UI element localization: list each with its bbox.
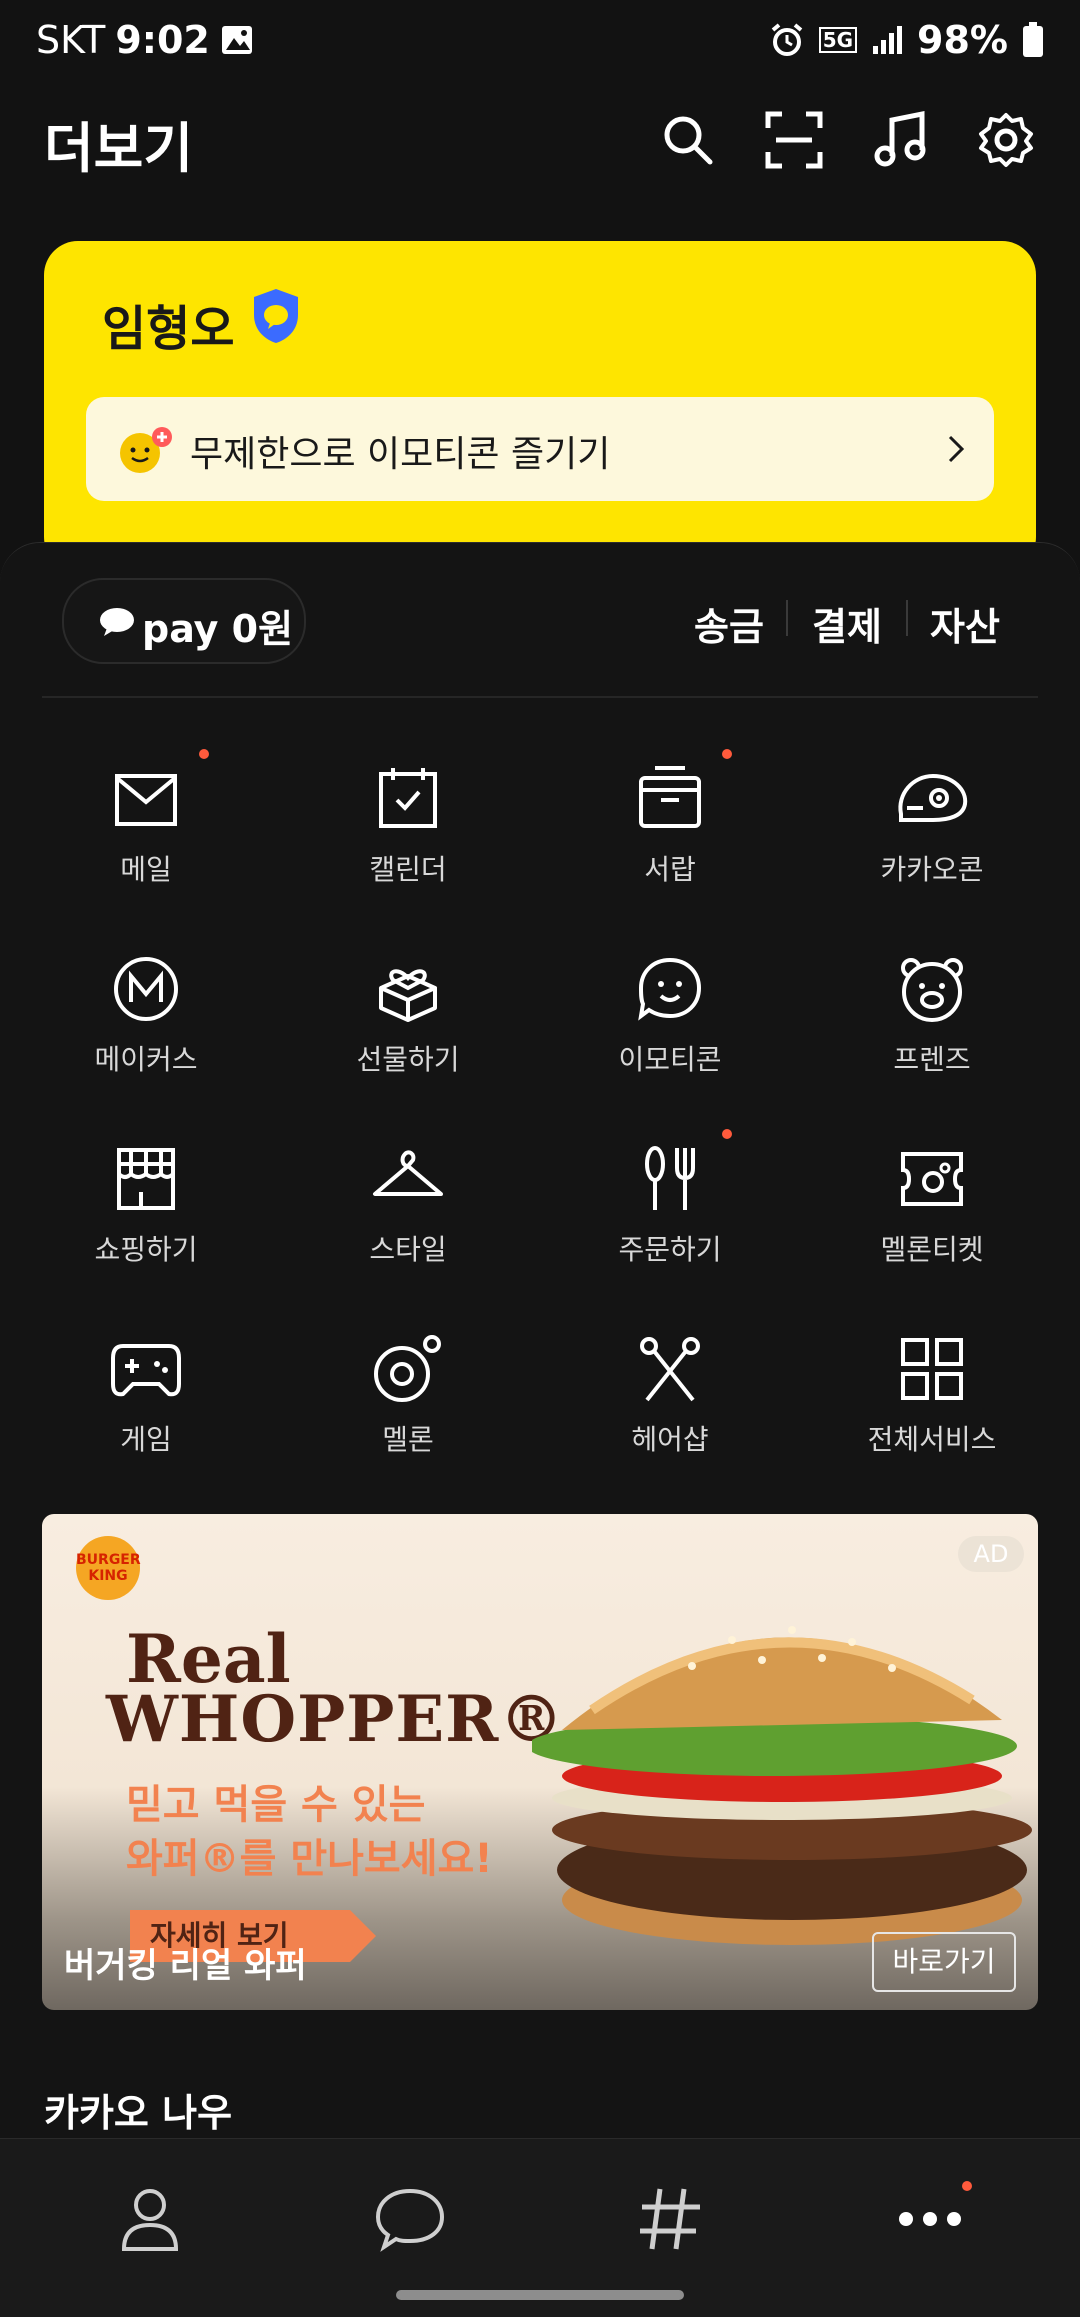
hanger-icon	[373, 1150, 443, 1196]
status-bar: SKT 9:02 5G 98%	[0, 0, 1080, 84]
service-label: 서랍	[644, 853, 696, 886]
search-icon[interactable]	[658, 110, 718, 170]
emoticon-banner-text: 무제한으로 이모티콘 즐기기	[190, 434, 611, 475]
service-hairshop[interactable]: 헤어샵	[540, 1334, 800, 1484]
profile-card[interactable]: 임형오 무제한으로 이모티콘 즐기기	[44, 241, 1036, 571]
divider	[42, 696, 1038, 698]
network-type: 5G	[818, 27, 858, 53]
grid-icon	[901, 1338, 963, 1400]
burger-king-logo: BURGER KING	[76, 1536, 141, 1600]
service-label: 이모티콘	[618, 1043, 722, 1076]
clock: 9:02	[115, 18, 210, 62]
service-label: 메이커스	[94, 1043, 198, 1076]
home-indicator	[396, 2290, 684, 2300]
pay-transfer-link[interactable]: 송금	[694, 596, 764, 651]
drawer-icon	[639, 766, 701, 828]
burger-image	[532, 1626, 1032, 1945]
chat-tab-icon[interactable]	[370, 2179, 450, 2259]
service-friends[interactable]: 프렌즈	[802, 954, 1062, 1104]
more-tab-icon[interactable]	[890, 2179, 970, 2259]
service-gift[interactable]: 선물하기	[278, 954, 538, 1104]
service-style[interactable]: 스타일	[278, 1144, 538, 1294]
ad-headline: WHOPPER®	[106, 1682, 565, 1757]
pay-balance-button[interactable]: pay 0원	[62, 578, 306, 664]
service-label: 캘린더	[369, 853, 447, 886]
divider	[906, 600, 908, 636]
service-label: 선물하기	[356, 1043, 460, 1076]
service-all[interactable]: 전체서비스	[802, 1334, 1062, 1484]
service-label: 메일	[120, 853, 172, 886]
service-label: 멜론티켓	[880, 1233, 984, 1266]
service-drawer[interactable]: 서랍	[540, 764, 800, 914]
ad-banner[interactable]: BURGER KING AD Real WHOPPER® 믿고 먹을 수 있는 …	[42, 1514, 1038, 2010]
service-label: 헤어샵	[631, 1423, 709, 1456]
service-makers[interactable]: 메이커스	[16, 954, 276, 1104]
service-calendar[interactable]: 캘린더	[278, 764, 538, 914]
service-label: 멜론	[382, 1423, 434, 1456]
divider	[786, 600, 788, 636]
ad-go-button[interactable]: 바로가기	[872, 1932, 1016, 1992]
chevron-right-icon	[948, 435, 965, 463]
service-label: 카카오콘	[880, 853, 984, 886]
service-label: 게임	[120, 1423, 172, 1456]
service-melon-ticket[interactable]: 멜론티켓	[802, 1144, 1062, 1294]
hashtag-tab-icon[interactable]	[630, 2179, 710, 2259]
service-emoticon[interactable]: 이모티콘	[540, 954, 800, 1104]
alarm-icon	[771, 23, 802, 56]
service-label: 쇼핑하기	[94, 1233, 198, 1266]
service-order[interactable]: 주문하기	[540, 1144, 800, 1294]
service-shopping[interactable]: 쇼핑하기	[16, 1144, 276, 1294]
service-game[interactable]: 게임	[16, 1334, 276, 1484]
battery-percent: 98%	[917, 18, 1008, 62]
new-badge	[722, 749, 732, 759]
shield-icon	[254, 289, 298, 343]
makers-icon	[114, 957, 178, 1021]
service-mail[interactable]: 메일	[16, 764, 276, 914]
ticket-icon	[901, 1152, 963, 1206]
shopping-icon	[117, 1148, 175, 1210]
service-kakaocon[interactable]: 카카오콘	[802, 764, 1062, 914]
service-melon[interactable]: 멜론	[278, 1334, 538, 1484]
battery-icon	[1023, 22, 1043, 57]
kakaocon-icon	[898, 773, 968, 822]
scan-icon[interactable]	[764, 110, 824, 170]
service-label: 전체서비스	[867, 1423, 997, 1456]
pay-assets-link[interactable]: 자산	[930, 596, 1000, 651]
mail-icon	[115, 774, 177, 826]
carrier: SKT	[36, 18, 106, 62]
page-title: 더보기	[44, 117, 194, 180]
pay-balance-label: pay 0원	[142, 607, 294, 651]
calendar-icon	[379, 768, 437, 828]
new-badge	[722, 1129, 732, 1139]
user-name: 임형오	[102, 301, 235, 357]
service-label: 프렌즈	[893, 1043, 971, 1076]
settings-icon[interactable]	[976, 110, 1036, 170]
melon-icon	[374, 1335, 441, 1402]
ad-detail-arrow	[350, 1910, 376, 1962]
friends-icon	[901, 958, 963, 1022]
ad-tagline: 믿고 먹을 수 있는 와퍼®를 만나보세요!	[126, 1782, 493, 1882]
ad-title: 버거킹 리얼 와퍼	[64, 1946, 307, 1986]
service-label: 주문하기	[618, 1233, 722, 1266]
fork-icon	[645, 1146, 695, 1210]
gift-icon	[379, 969, 437, 1022]
image-notification-icon	[221, 26, 252, 54]
scissors-icon	[640, 1337, 700, 1402]
pay-payment-link[interactable]: 결제	[812, 596, 882, 651]
emoticon-subscription-banner[interactable]: 무제한으로 이모티콘 즐기기	[86, 397, 994, 501]
section-title: 카카오 나우	[44, 2091, 233, 2135]
new-badge	[962, 2181, 972, 2191]
signal-icon	[873, 26, 903, 54]
new-badge	[199, 749, 209, 759]
ad-badge: AD	[958, 1536, 1024, 1572]
friends-tab-icon[interactable]	[110, 2179, 190, 2259]
gamepad-icon	[111, 1344, 181, 1397]
service-label: 스타일	[369, 1233, 447, 1266]
pay-chat-icon	[100, 608, 134, 636]
music-icon[interactable]	[870, 110, 930, 170]
emoticon-icon	[638, 957, 702, 1021]
emoticon-plus-icon	[120, 427, 172, 473]
